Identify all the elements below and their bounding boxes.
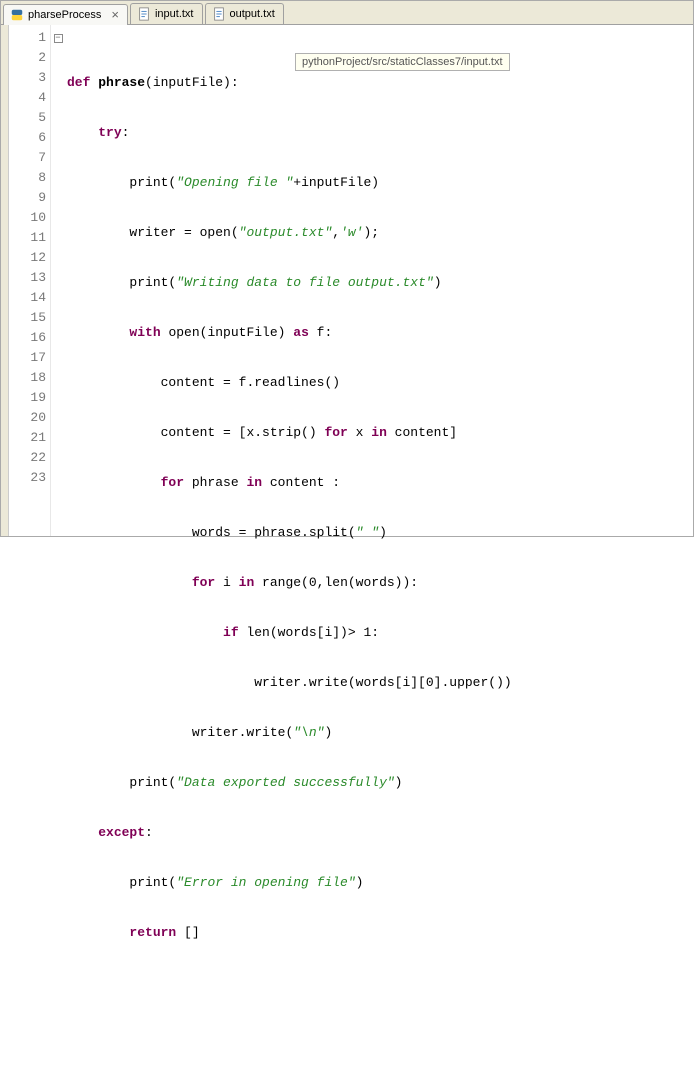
vertical-ruler [1,25,9,536]
fold-row [51,228,65,248]
fold-row [51,388,65,408]
code-line: content = f.readlines() [67,373,693,393]
code-line: print("Error in opening file") [67,873,693,893]
fold-row [51,348,65,368]
fold-column: − [51,25,65,536]
tab-label: output.txt [230,8,275,20]
fold-row [51,468,65,488]
code-line: for phrase in content : [67,473,693,493]
code-line: print("Writing data to file output.txt") [67,273,693,293]
line-number: 9 [9,188,50,208]
code-line [67,973,693,993]
line-number: 6 [9,128,50,148]
line-number: 5 [9,108,50,128]
code-line: writer.write(words[i][0].upper()) [67,673,693,693]
fold-row [51,328,65,348]
text-file-icon [137,7,151,21]
code-line: words = phrase.split(" ") [67,523,693,543]
fold-row [51,448,65,468]
code-line: for i in range(0,len(words)): [67,573,693,593]
fold-row [51,148,65,168]
close-icon[interactable]: × [111,10,119,20]
line-number: 14 [9,288,50,308]
fold-row [51,248,65,268]
line-number: 19 [9,388,50,408]
fold-row [51,368,65,388]
tab-output-txt[interactable]: output.txt [205,3,284,24]
fold-row [51,168,65,188]
fold-row [51,188,65,208]
line-number: 23 [9,468,50,488]
code-line: print("Opening file "+inputFile) [67,173,693,193]
line-number: 3 [9,68,50,88]
code-line: return [] [67,923,693,943]
hover-tooltip: pythonProject/src/staticClasses7/input.t… [295,53,510,71]
fold-row [51,68,65,88]
line-number: 11 [9,228,50,248]
code-line: writer = open("output.txt",'w'); [67,223,693,243]
fold-row [51,208,65,228]
python-icon [10,8,24,22]
line-number: 18 [9,368,50,388]
line-number: 10 [9,208,50,228]
tab-label: pharseProcess [28,9,101,21]
fold-row [51,268,65,288]
code-line: try: [67,123,693,143]
text-file-icon [212,7,226,21]
code-line: if len(words[i])> 1: [67,623,693,643]
fold-toggle-icon[interactable]: − [54,34,63,43]
line-number: 21 [9,428,50,448]
fold-row [51,88,65,108]
code-line: with open(inputFile) as f: [67,323,693,343]
line-number: 2 [9,48,50,68]
code-line [67,1023,693,1043]
code-line: content = [x.strip() for x in content] [67,423,693,443]
fold-row [51,428,65,448]
tab-label: input.txt [155,8,194,20]
fold-row [51,128,65,148]
line-number: 8 [9,168,50,188]
line-number: 22 [9,448,50,468]
code-line: def phrase(inputFile): [67,73,693,93]
tab-pharse-process[interactable]: pharseProcess × [3,4,128,25]
line-number: 15 [9,308,50,328]
line-number: 1 [9,28,50,48]
line-number: 16 [9,328,50,348]
line-number: 4 [9,88,50,108]
fold-row: − [51,28,65,48]
line-number: 20 [9,408,50,428]
line-number: 17 [9,348,50,368]
fold-row [51,308,65,328]
line-number: 12 [9,248,50,268]
fold-row [51,408,65,428]
tab-bar: pharseProcess × input.txt output.txt [1,1,693,25]
fold-row [51,288,65,308]
code-area[interactable]: pythonProject/src/staticClasses7/input.t… [65,25,693,536]
code-line: writer.write("\n") [67,723,693,743]
editor: 1234567891011121314151617181920212223 − … [1,25,693,536]
code-line: print("Data exported successfully") [67,773,693,793]
code-line: phrase("input.txt") [67,1073,693,1074]
line-number: 7 [9,148,50,168]
fold-row [51,48,65,68]
line-number: 13 [9,268,50,288]
code-line: except: [67,823,693,843]
fold-row [51,108,65,128]
tab-input-txt[interactable]: input.txt [130,3,203,24]
line-number-gutter: 1234567891011121314151617181920212223 [9,25,51,536]
